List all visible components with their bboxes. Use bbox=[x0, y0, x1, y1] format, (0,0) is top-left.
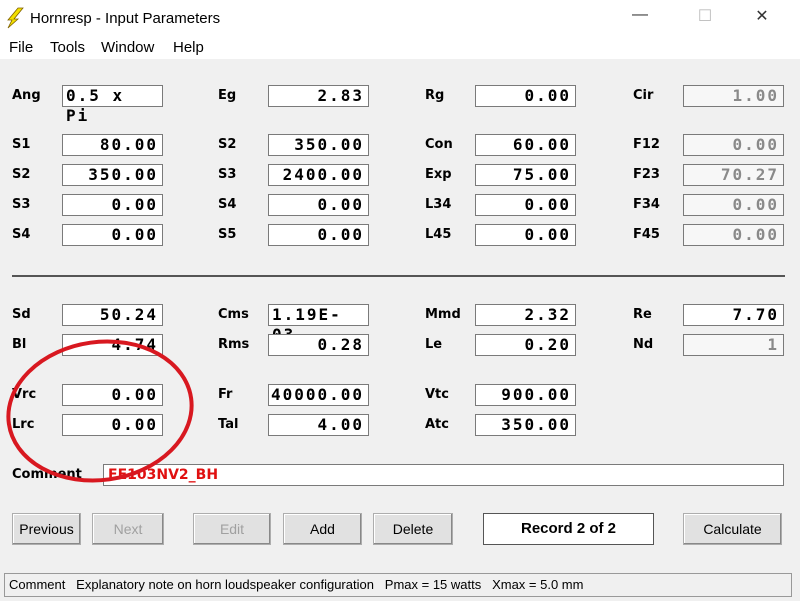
red-circle-annotation bbox=[6, 339, 194, 483]
hornresp-window: Hornresp - Input Parameters — ☐ ✕ File T… bbox=[0, 0, 800, 601]
